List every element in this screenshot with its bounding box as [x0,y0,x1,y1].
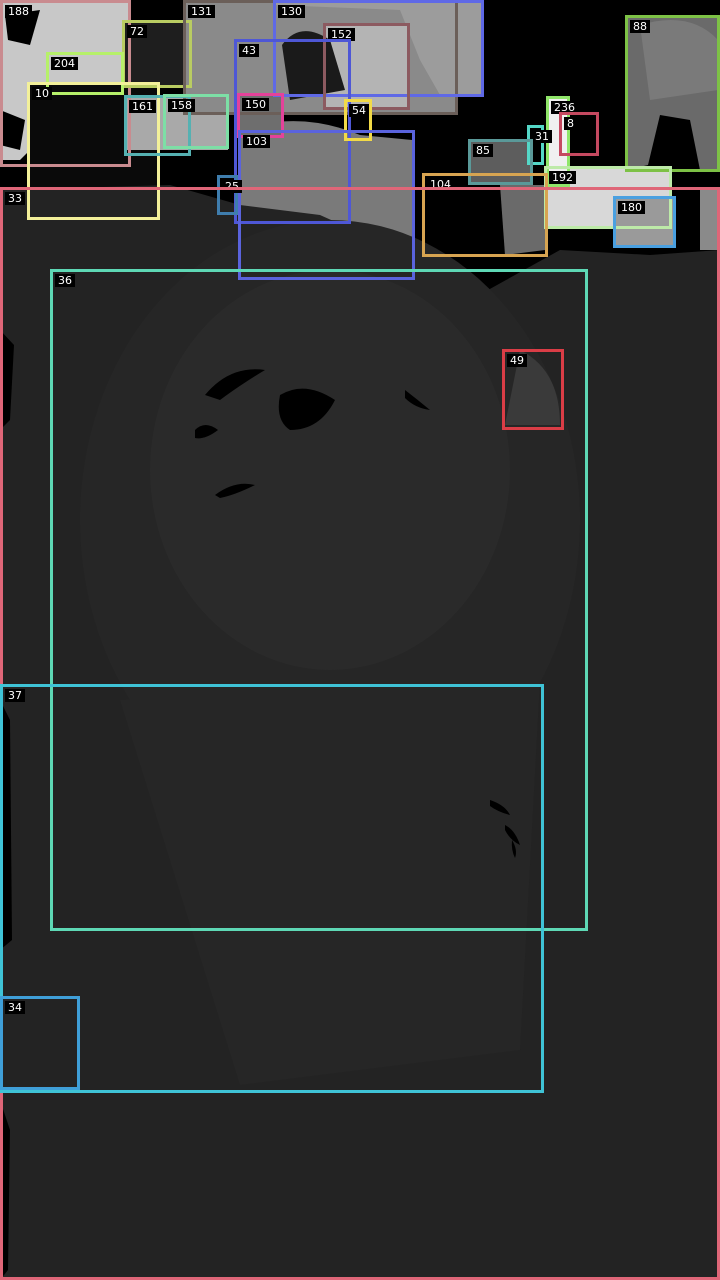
region-box: 158 [163,94,229,149]
region-box: 8 [559,112,599,156]
region-label: 31 [532,130,552,143]
region-label: 49 [507,354,527,367]
region-label: 103 [243,135,270,148]
region-label: 188 [5,5,32,18]
region-label: 36 [55,274,75,287]
region-label: 72 [127,25,147,38]
region-label: 10 [32,87,52,100]
region-box: 88 [625,15,720,172]
region-label: 130 [278,5,305,18]
region-label: 8 [564,117,577,130]
region-box: 37 [0,684,544,1093]
region-label: 158 [168,99,195,112]
region-label: 54 [349,104,369,117]
region-box: 72 [122,20,192,88]
region-label: 43 [239,44,259,57]
region-label: 131 [188,5,215,18]
region-box: 49 [502,349,564,430]
region-label: 85 [473,144,493,157]
region-label: 192 [549,171,576,184]
region-label: 204 [51,57,78,70]
region-label: 88 [630,20,650,33]
region-label: 150 [242,98,269,111]
region-label: 161 [129,100,156,113]
region-label: 34 [5,1001,25,1014]
region-box: 34 [0,996,80,1090]
region-label: 33 [5,192,25,205]
segmentation-view: 188 72 204 10 131 130 152 43 161 158 150… [0,0,720,1280]
region-label: 37 [5,689,25,702]
